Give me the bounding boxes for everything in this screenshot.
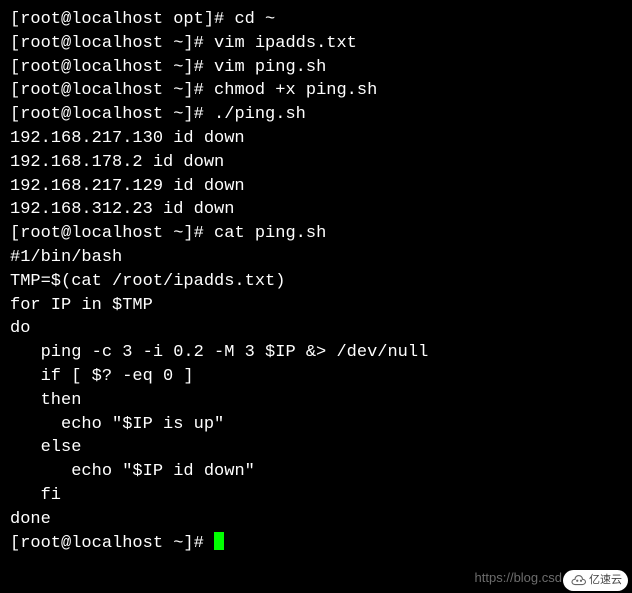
terminal-cursor	[214, 532, 224, 550]
shell-prompt: [root@localhost ~]#	[10, 534, 214, 553]
terminal-line: if [ $? -eq 0 ]	[10, 365, 622, 389]
shell-output: echo "$IP is up"	[10, 415, 224, 434]
terminal-line: [root@localhost opt]# cd ~	[10, 8, 622, 32]
shell-output: fi	[10, 486, 61, 505]
cloud-icon	[569, 573, 587, 587]
shell-command: vim ping.sh	[214, 58, 326, 77]
terminal-line: [root@localhost ~]# vim ipadds.txt	[10, 32, 622, 56]
logo-badge: 亿速云	[563, 570, 628, 591]
terminal-line: [root@localhost ~]# vim ping.sh	[10, 56, 622, 80]
terminal-line: done	[10, 508, 622, 532]
shell-prompt: [root@localhost ~]#	[10, 34, 214, 53]
terminal-line: TMP=$(cat /root/ipadds.txt)	[10, 270, 622, 294]
terminal-line: 192.168.178.2 id down	[10, 151, 622, 175]
shell-prompt: [root@localhost ~]#	[10, 224, 214, 243]
watermark-text: https://blog.csd	[475, 569, 562, 587]
shell-output: 192.168.312.23 id down	[10, 200, 234, 219]
terminal-line: fi	[10, 484, 622, 508]
terminal-line: 192.168.217.130 id down	[10, 127, 622, 151]
shell-output: then	[10, 391, 81, 410]
terminal-line: 192.168.312.23 id down	[10, 198, 622, 222]
shell-output: 192.168.217.129 id down	[10, 177, 245, 196]
terminal-line: 192.168.217.129 id down	[10, 175, 622, 199]
shell-output: for IP in $TMP	[10, 296, 153, 315]
shell-command: vim ipadds.txt	[214, 34, 357, 53]
shell-prompt: [root@localhost ~]#	[10, 105, 214, 124]
terminal-line: echo "$IP is up"	[10, 413, 622, 437]
terminal-line: [root@localhost ~]# cat ping.sh	[10, 222, 622, 246]
terminal-line: [root@localhost ~]#	[10, 532, 622, 556]
shell-output: echo "$IP id down"	[10, 462, 255, 481]
shell-prompt: [root@localhost opt]#	[10, 10, 234, 29]
shell-command: chmod +x ping.sh	[214, 81, 377, 100]
shell-output: 192.168.217.130 id down	[10, 129, 245, 148]
terminal-line: [root@localhost ~]# ./ping.sh	[10, 103, 622, 127]
terminal-line: do	[10, 317, 622, 341]
terminal-line: else	[10, 436, 622, 460]
terminal-line: then	[10, 389, 622, 413]
terminal-output[interactable]: [root@localhost opt]# cd ~[root@localhos…	[10, 8, 622, 555]
shell-output: if [ $? -eq 0 ]	[10, 367, 194, 386]
terminal-line: #1/bin/bash	[10, 246, 622, 270]
shell-command: cat ping.sh	[214, 224, 326, 243]
shell-command: ./ping.sh	[214, 105, 306, 124]
terminal-line: echo "$IP id down"	[10, 460, 622, 484]
shell-output: ping -c 3 -i 0.2 -M 3 $IP &> /dev/null	[10, 343, 428, 362]
shell-command: cd ~	[234, 10, 275, 29]
shell-output: 192.168.178.2 id down	[10, 153, 224, 172]
terminal-line: [root@localhost ~]# chmod +x ping.sh	[10, 79, 622, 103]
shell-prompt: [root@localhost ~]#	[10, 58, 214, 77]
shell-output: done	[10, 510, 51, 529]
shell-output: else	[10, 438, 81, 457]
logo-text: 亿速云	[589, 573, 622, 588]
terminal-line: for IP in $TMP	[10, 294, 622, 318]
terminal-line: ping -c 3 -i 0.2 -M 3 $IP &> /dev/null	[10, 341, 622, 365]
shell-prompt: [root@localhost ~]#	[10, 81, 214, 100]
shell-output: TMP=$(cat /root/ipadds.txt)	[10, 272, 285, 291]
shell-output: #1/bin/bash	[10, 248, 122, 267]
shell-output: do	[10, 319, 30, 338]
